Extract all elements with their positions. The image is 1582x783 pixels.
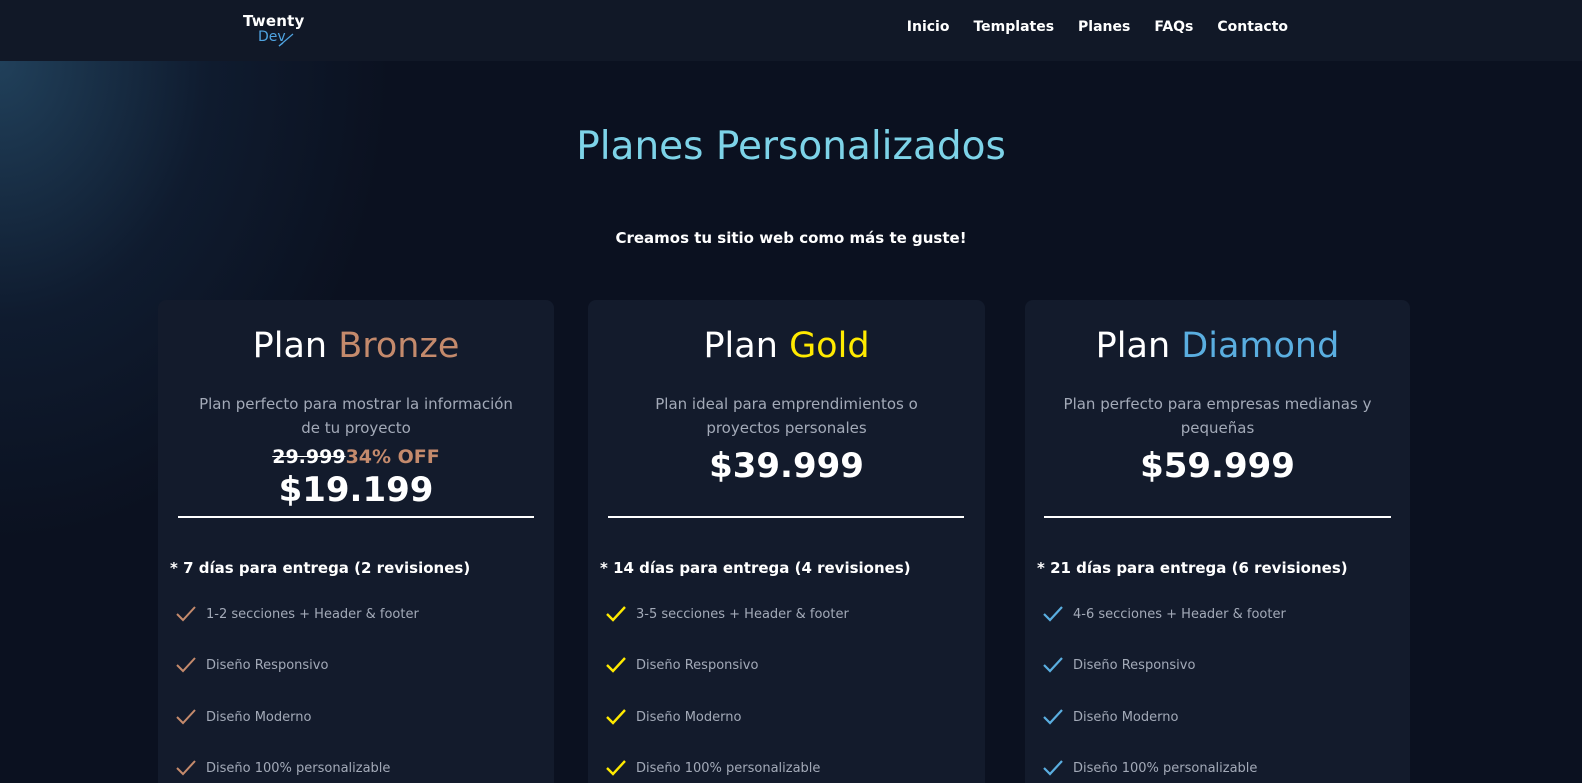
- check-icon: [1043, 760, 1063, 776]
- plan-title-prefix: Plan: [703, 326, 778, 366]
- nav-link-inicio[interactable]: Inicio: [907, 19, 950, 35]
- feature-text: Diseño Moderno: [1073, 709, 1179, 725]
- logo-text-top: Twenty: [243, 12, 305, 30]
- divider: [1044, 516, 1391, 518]
- feature-text: Diseño Moderno: [636, 709, 742, 725]
- feature-item: Diseño Responsivo: [174, 653, 328, 677]
- feature-item: Diseño Responsivo: [604, 653, 758, 677]
- plan-description: Plan ideal para emprendimientos o proyec…: [655, 395, 918, 437]
- feature-item: 1-2 secciones + Header & footer: [174, 602, 419, 626]
- divider: [178, 516, 534, 518]
- check-icon: [176, 709, 196, 725]
- feature-item: Diseño Moderno: [604, 705, 741, 729]
- plan-title: Plan Bronze: [158, 326, 554, 366]
- feature-text: Diseño Responsivo: [1073, 657, 1196, 673]
- check-icon: [176, 657, 196, 673]
- feature-text: 1-2 secciones + Header & footer: [206, 606, 419, 622]
- logo-slash-icon: [278, 33, 294, 47]
- plan-price: $39.999: [709, 446, 864, 486]
- feature-text: Diseño 100% personalizable: [206, 760, 391, 776]
- plan-description: Plan perfecto para mostrar la informació…: [199, 395, 513, 437]
- check-icon: [1043, 709, 1063, 725]
- plan-description: Plan perfecto para empresas medianas y p…: [1063, 395, 1372, 437]
- plan-price: $19.199: [278, 470, 434, 510]
- check-icon: [1043, 657, 1063, 673]
- feature-item: Diseño Moderno: [174, 705, 311, 729]
- check-icon: [606, 760, 626, 776]
- plan-name: Bronze: [338, 326, 460, 366]
- nav-link-contacto[interactable]: Contacto: [1217, 19, 1288, 35]
- feature-item: 4-6 secciones + Header & footer: [1041, 602, 1286, 626]
- plan-card-bronze: Plan Bronze Plan perfecto para mostrar l…: [158, 300, 554, 783]
- nav-links: Inicio Templates Planes FAQs Contacto: [883, 19, 1288, 35]
- logo[interactable]: Twenty Dev: [243, 12, 313, 52]
- plan-name: Diamond: [1181, 326, 1340, 366]
- old-price: 29.999: [272, 446, 346, 468]
- check-icon: [606, 606, 626, 622]
- nav-link-planes[interactable]: Planes: [1078, 19, 1130, 35]
- plan-card-diamond: Plan Diamond Plan perfecto para empresas…: [1025, 300, 1410, 783]
- page-title: Planes Personalizados: [576, 124, 1006, 169]
- feature-text: Diseño 100% personalizable: [636, 760, 821, 776]
- check-icon: [176, 606, 196, 622]
- feature-item: Diseño 100% personalizable: [174, 756, 390, 780]
- check-icon: [176, 760, 196, 776]
- discount-badge: 34% OFF: [345, 446, 440, 468]
- plan-title-prefix: Plan: [252, 326, 328, 366]
- feature-item: Diseño 100% personalizable: [604, 756, 820, 780]
- check-icon: [1043, 606, 1063, 622]
- plan-card-gold: Plan Gold Plan ideal para emprendimiento…: [588, 300, 985, 783]
- feature-text: 4-6 secciones + Header & footer: [1073, 606, 1286, 622]
- delivery-info: * 7 días para entrega (2 revisiones): [170, 559, 471, 577]
- feature-item: Diseño Responsivo: [1041, 653, 1195, 677]
- feature-text: Diseño Responsivo: [636, 657, 759, 673]
- navbar: Twenty Dev Inicio Templates Planes FAQs …: [0, 0, 1582, 61]
- plan-title: Plan Gold: [588, 326, 985, 366]
- check-icon: [606, 709, 626, 725]
- feature-text: Diseño Moderno: [206, 709, 312, 725]
- feature-text: Diseño 100% personalizable: [1073, 760, 1258, 776]
- nav-link-faqs[interactable]: FAQs: [1154, 19, 1193, 35]
- plan-title: Plan Diamond: [1025, 326, 1410, 366]
- divider: [608, 516, 964, 518]
- delivery-info: * 21 días para entrega (6 revisiones): [1037, 559, 1348, 577]
- plan-price: $59.999: [1140, 446, 1295, 486]
- feature-item: Diseño Moderno: [1041, 705, 1178, 729]
- feature-item: 3-5 secciones + Header & footer: [604, 602, 849, 626]
- check-icon: [606, 657, 626, 673]
- plan-name: Gold: [789, 326, 870, 366]
- old-price-row: 29.99934% OFF: [158, 446, 554, 468]
- nav-link-templates[interactable]: Templates: [973, 19, 1054, 35]
- feature-text: Diseño Responsivo: [206, 657, 329, 673]
- delivery-info: * 14 días para entrega (4 revisiones): [600, 559, 911, 577]
- page-subtitle: Creamos tu sitio web como más te guste!: [615, 229, 967, 247]
- feature-text: 3-5 secciones + Header & footer: [636, 606, 849, 622]
- feature-item: Diseño 100% personalizable: [1041, 756, 1257, 780]
- plan-title-prefix: Plan: [1095, 326, 1171, 366]
